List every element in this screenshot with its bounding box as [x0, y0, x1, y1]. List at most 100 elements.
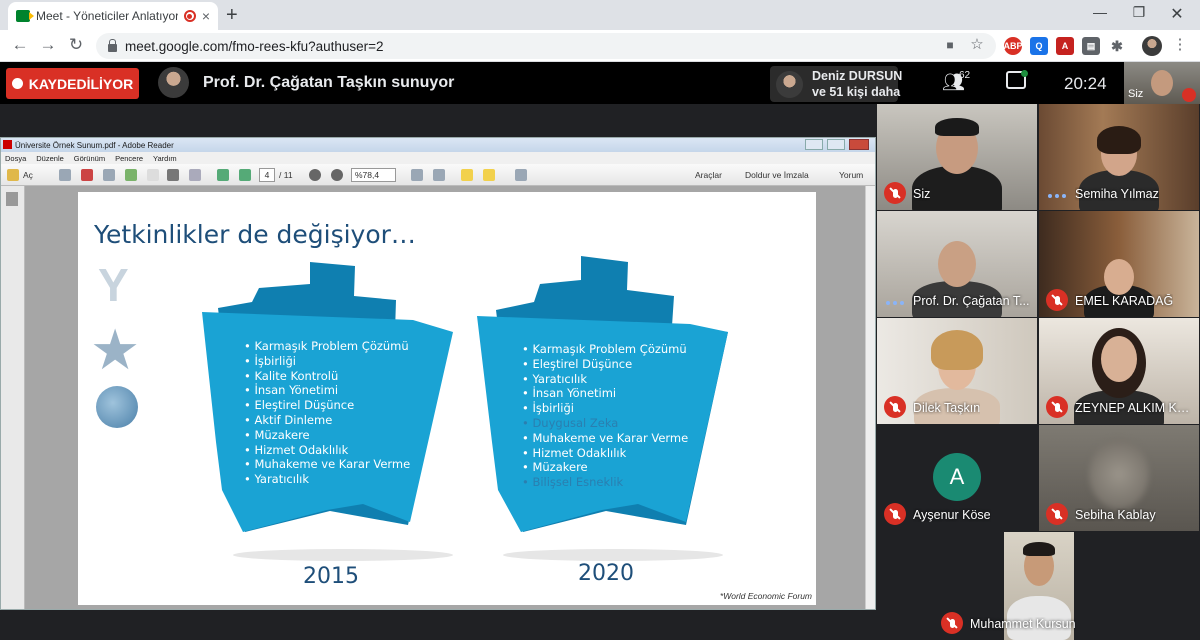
participant-tile[interactable]: Sebiha Kablay	[1039, 425, 1199, 531]
open-label[interactable]: Aç	[23, 170, 33, 180]
save-icon[interactable]	[147, 169, 159, 181]
menu-help[interactable]: Yardım	[153, 154, 177, 163]
pdf-extension-icon[interactable]: A	[1056, 37, 1074, 55]
list-item: İşbirliği	[244, 354, 410, 369]
slide-page: Yetkinlikler de değişiyor… Y ★ Karmaşık …	[78, 192, 816, 605]
puzzle-extensions-icon[interactable]: ✱	[1108, 37, 1126, 55]
lock-icon	[108, 38, 117, 52]
comment-icon[interactable]	[461, 169, 473, 181]
menu-view[interactable]: Görünüm	[74, 154, 105, 163]
bookmark-star-icon[interactable]: ☆	[967, 35, 987, 53]
year-label-2015: 2015	[303, 564, 359, 589]
list-item: Yaratıcılık	[522, 372, 688, 387]
chrome-menu-icon[interactable]: ⋮	[1170, 35, 1190, 53]
list-item: Hizmet Odaklılık	[244, 443, 410, 458]
zoom-out-icon[interactable]	[309, 169, 321, 181]
participant-name: Prof. Dr. Çağatan T...	[913, 294, 1030, 308]
menu-window[interactable]: Pencere	[115, 154, 143, 163]
shadow-2015	[233, 549, 453, 561]
list-item: Müzakere	[244, 428, 410, 443]
participant-name: Muhammet Kursun	[970, 617, 1076, 631]
reload-icon[interactable]: ↻	[66, 35, 86, 55]
participant-tile[interactable]: ZEYNEP ALKIM KA...	[1039, 318, 1199, 424]
forward-arrow-icon[interactable]: →	[38, 35, 58, 55]
participant-count: 62	[959, 70, 971, 81]
fit-width-icon[interactable]	[433, 169, 445, 181]
zoom-select[interactable]: %78,4	[351, 168, 396, 182]
participant-name: EMEL KARADAĞ	[1075, 294, 1174, 308]
presenter-label: Prof. Dr. Çağatan Taşkın sunuyor	[203, 74, 455, 91]
create-pdf-icon[interactable]	[59, 169, 71, 181]
maximize-window-button[interactable]: ❐	[1124, 4, 1154, 21]
camera-icon[interactable]: ■	[940, 38, 960, 52]
page-down-icon[interactable]	[239, 169, 251, 181]
pages-panel-icon[interactable]	[6, 192, 18, 206]
participant-tile[interactable]: Semiha Yılmaz	[1039, 104, 1199, 210]
skills-list-2015: Karmaşık Problem Çözümü İşbirliği Kalite…	[244, 339, 410, 487]
list-item: Duygusal Zeka	[522, 416, 688, 431]
participant-tile[interactable]: EMEL KARADAĞ	[1039, 211, 1199, 317]
reader-toolbar: Aç 4 / 11 %78,4 Araçlar Doldur ve İmzala…	[1, 164, 875, 186]
reader-close-button[interactable]	[849, 139, 869, 150]
menu-file[interactable]: Dosya	[5, 154, 26, 163]
participant-tile[interactable]: Muhammet Kursun	[934, 532, 1144, 640]
edit-icon[interactable]	[103, 169, 115, 181]
participant-tile[interactable]: Siz	[877, 104, 1037, 210]
list-item: Eleştirel Düşünce	[244, 398, 410, 413]
reader-restore-button[interactable]	[827, 139, 845, 150]
page-total: / 11	[279, 170, 293, 180]
list-item: İşbirliği	[522, 401, 688, 416]
participant-initial-avatar: A	[933, 453, 981, 501]
browser-toolbar: ← → ↻ meet.google.com/fmo-rees-kfu?authu…	[0, 30, 1200, 62]
recording-button[interactable]: KAYDEDİLİYOR	[6, 68, 139, 99]
tools-pane-button[interactable]: Araçlar	[695, 170, 722, 180]
speaking-indicator-icon	[1048, 194, 1066, 198]
muted-mic-icon	[884, 503, 906, 525]
page-up-icon[interactable]	[217, 169, 229, 181]
fill-sign-button[interactable]: Doldur ve İmzala	[745, 170, 809, 180]
extension-icon[interactable]: ▤	[1082, 37, 1100, 55]
reader-menu-bar: Dosya Düzenle Görünüm Pencere Yardım	[1, 152, 875, 164]
participant-name: Semiha Yılmaz	[1075, 187, 1159, 201]
list-item: Karmaşık Problem Çözümü	[244, 339, 410, 354]
adblock-icon[interactable]: ABP	[1004, 37, 1023, 55]
email-icon[interactable]	[189, 169, 201, 181]
address-bar[interactable]: meet.google.com/fmo-rees-kfu?authuser=2	[96, 33, 996, 59]
zoom-extension-icon[interactable]: Q	[1030, 37, 1048, 55]
close-tab-icon[interactable]: ×	[202, 8, 210, 24]
muted-mic-icon	[884, 182, 906, 204]
close-window-button[interactable]: ✕	[1162, 4, 1192, 24]
participant-tile[interactable]: A Ayşenur Köse	[877, 425, 1037, 531]
self-view-thumbnail[interactable]: Siz	[1124, 62, 1200, 104]
new-tab-button[interactable]: +	[226, 4, 238, 27]
skills-list-2020: Karmaşık Problem Çözümü Eleştirel Düşünc…	[522, 342, 688, 490]
browser-tab-strip: Meet - Yöneticiler Anlatıyor: × + — ❐ ✕	[0, 0, 1200, 30]
menu-edit[interactable]: Düzenle	[36, 154, 64, 163]
fit-page-icon[interactable]	[411, 169, 423, 181]
reader-window-title: Üniversite Örnek Sunum.pdf - Adobe Reade…	[15, 140, 174, 150]
participant-tile[interactable]: Dilek Taşkın	[877, 318, 1037, 424]
list-item: Karmaşık Problem Çözümü	[522, 342, 688, 357]
muted-mic-icon	[884, 396, 906, 418]
profile-avatar-icon[interactable]	[1142, 36, 1162, 56]
minimize-window-button[interactable]: —	[1085, 4, 1115, 20]
comment-pane-button[interactable]: Yorum	[839, 170, 863, 180]
year-label-2020: 2020	[578, 561, 634, 586]
back-arrow-icon[interactable]: ←	[10, 35, 30, 55]
export-pdf-icon[interactable]	[81, 169, 93, 181]
open-folder-icon[interactable]	[7, 169, 19, 181]
cloud-upload-icon[interactable]	[125, 169, 137, 181]
browser-tab[interactable]: Meet - Yöneticiler Anlatıyor: ×	[8, 2, 218, 30]
reader-minimize-button[interactable]	[805, 139, 823, 150]
recording-indicator-icon	[183, 10, 196, 22]
participant-tile[interactable]: Prof. Dr. Çağatan T...	[877, 211, 1037, 317]
source-note: *World Economic Forum	[719, 591, 812, 601]
participant-popup[interactable]: Deniz DURSUN ve 51 kişi daha	[770, 66, 902, 102]
page-number-input[interactable]: 4	[259, 168, 275, 182]
print-icon[interactable]	[167, 169, 179, 181]
highlight-icon[interactable]	[483, 169, 495, 181]
fullscreen-icon[interactable]	[515, 169, 527, 181]
reader-title-bar: Üniversite Örnek Sunum.pdf - Adobe Reade…	[1, 138, 875, 152]
zoom-in-icon[interactable]	[331, 169, 343, 181]
vertical-scrollbar[interactable]	[865, 186, 875, 609]
